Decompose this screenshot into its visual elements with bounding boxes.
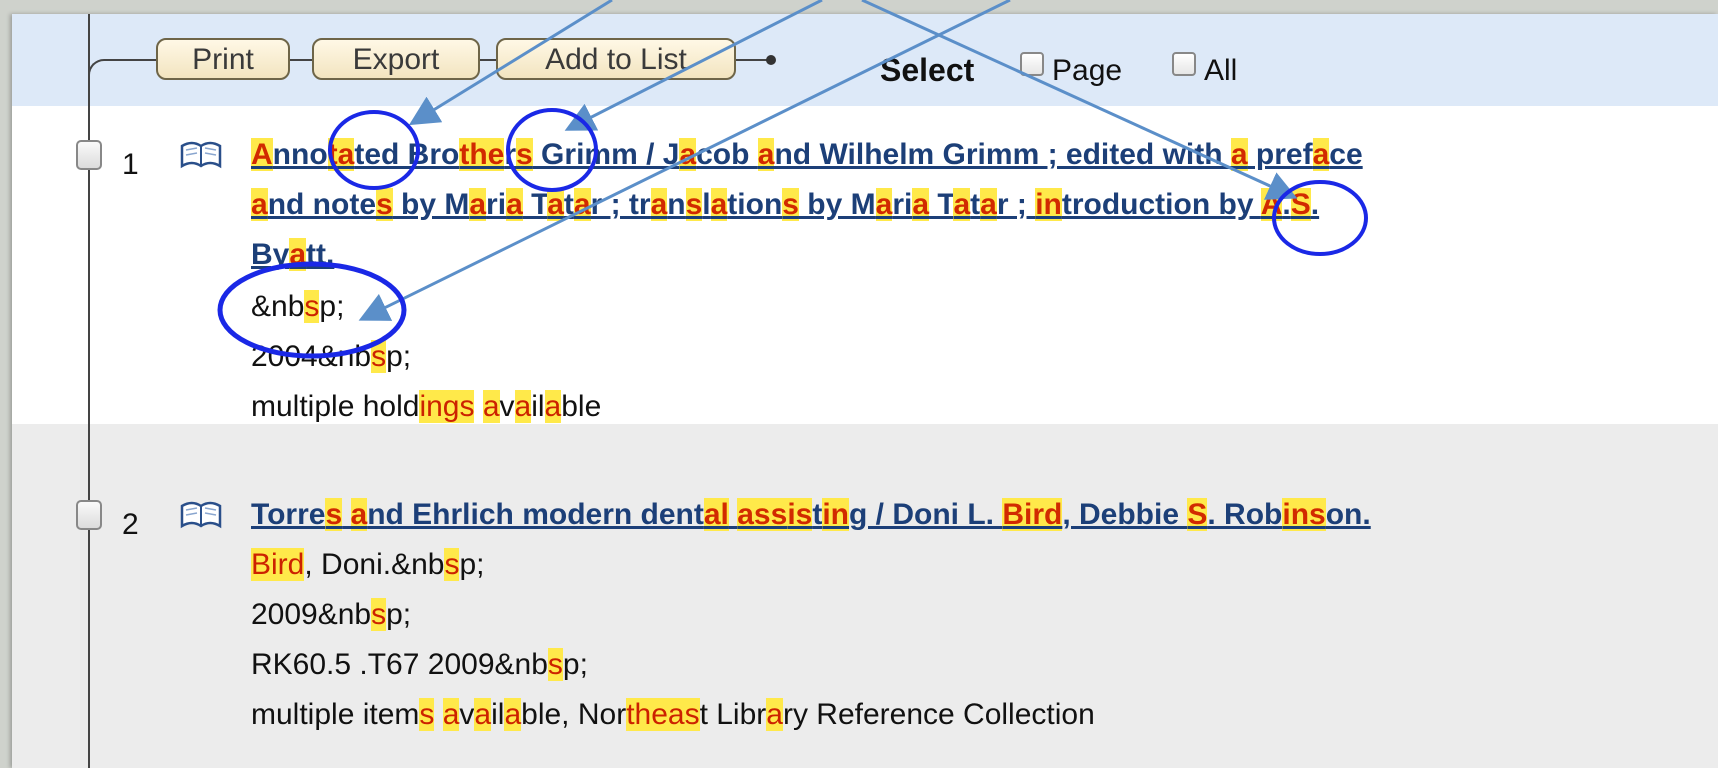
annotation-arrow bbox=[358, 0, 1011, 321]
annotation-circle bbox=[506, 108, 598, 192]
annotation-arrow bbox=[408, 0, 613, 126]
annotation-arrow bbox=[861, 0, 1298, 200]
annotation-circle bbox=[217, 261, 407, 359]
annotation-circle bbox=[1272, 180, 1368, 256]
annotation-arrow bbox=[564, 0, 823, 131]
annotation-overlay bbox=[217, 0, 1368, 359]
annotation-circle bbox=[328, 110, 420, 190]
